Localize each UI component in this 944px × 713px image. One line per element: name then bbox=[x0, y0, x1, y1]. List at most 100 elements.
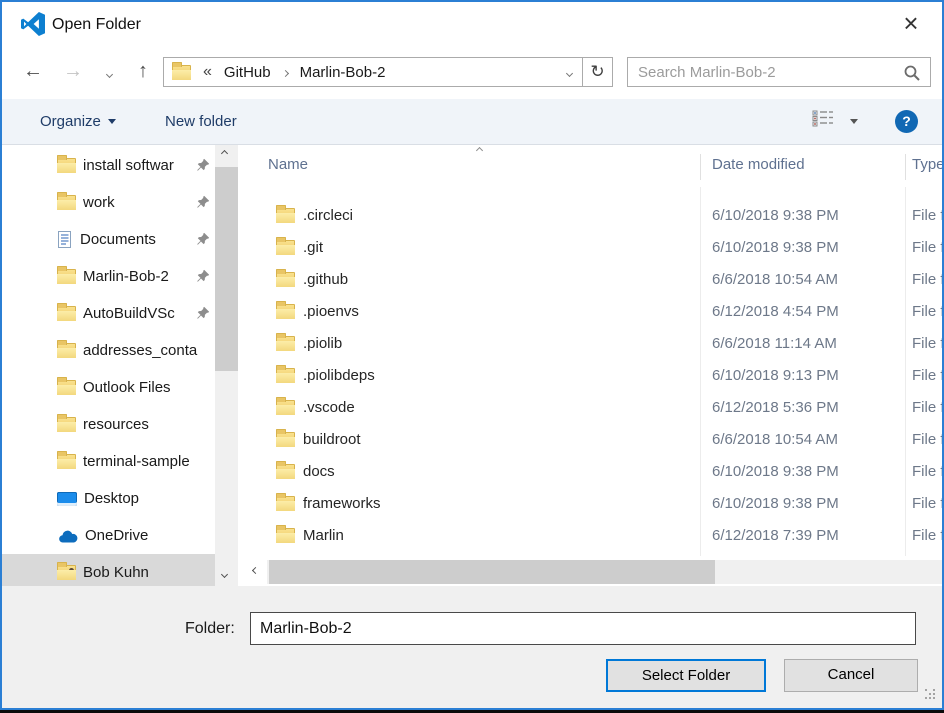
folder-icon bbox=[276, 304, 295, 319]
search-icon[interactable] bbox=[903, 64, 921, 82]
folder-icon bbox=[57, 380, 76, 395]
folder-icon bbox=[276, 400, 295, 415]
close-icon[interactable]: × bbox=[894, 6, 928, 40]
details-view-icon[interactable] bbox=[812, 110, 834, 127]
folder-icon bbox=[57, 417, 76, 432]
address-bar[interactable]: « GitHub Marlin-Bob-2 bbox=[163, 57, 583, 87]
sidebar-item-work[interactable]: work bbox=[2, 184, 215, 221]
scroll-down-icon[interactable] bbox=[221, 571, 228, 578]
title-bar: Open Folder × bbox=[2, 2, 942, 52]
select-folder-button[interactable]: Select Folder bbox=[606, 659, 766, 692]
address-dropdown-icon[interactable] bbox=[556, 63, 582, 81]
column-header-name[interactable]: Name bbox=[268, 156, 308, 173]
desktop-icon bbox=[57, 492, 77, 506]
breadcrumb-current-folder[interactable]: Marlin-Bob-2 bbox=[300, 64, 386, 81]
folder-icon bbox=[276, 464, 295, 479]
folder-icon bbox=[276, 208, 295, 223]
file-row-docs[interactable]: docs 6/10/2018 9:38 PM File folder bbox=[249, 456, 942, 488]
column-header-date-modified[interactable]: Date modified bbox=[712, 156, 805, 173]
refresh-icon[interactable]: ↻ bbox=[582, 57, 613, 87]
folder-icon bbox=[57, 158, 76, 173]
sidebar-item-outlook-files[interactable]: Outlook Files bbox=[2, 369, 215, 406]
user-folder-icon bbox=[57, 565, 76, 580]
folder-icon bbox=[57, 306, 76, 321]
dialog-body: install softwar work Documents bbox=[2, 145, 942, 586]
breadcrumb-github[interactable]: GitHub bbox=[224, 64, 271, 81]
help-button[interactable]: ? bbox=[895, 110, 918, 133]
new-folder-button[interactable]: New folder bbox=[165, 99, 237, 144]
folder-icon bbox=[276, 240, 295, 255]
file-row-github[interactable]: .github 6/6/2018 10:54 AM File folder bbox=[249, 264, 942, 296]
horizontal-scrollbar[interactable] bbox=[249, 560, 942, 584]
column-headers: Name Date modified Type bbox=[249, 145, 942, 187]
breadcrumb-collapse[interactable]: « bbox=[203, 63, 212, 81]
folder-icon bbox=[276, 336, 295, 351]
sidebar-item-resources[interactable]: resources bbox=[2, 406, 215, 443]
file-row-git[interactable]: .git 6/10/2018 9:38 PM File folder bbox=[249, 232, 942, 264]
organize-button[interactable]: Organize bbox=[40, 99, 116, 144]
folder-icon bbox=[276, 368, 295, 383]
resize-grip-icon[interactable] bbox=[925, 689, 937, 701]
folder-icon bbox=[276, 432, 295, 447]
sidebar-item-autobuildvsc[interactable]: AutoBuildVSc bbox=[2, 295, 215, 332]
folder-icon bbox=[57, 269, 76, 284]
sidebar-item-terminal-sample[interactable]: terminal-sample bbox=[2, 443, 215, 480]
back-icon[interactable]: ← bbox=[18, 52, 48, 92]
sidebar-item-marlin-bob-2[interactable]: Marlin-Bob-2 bbox=[2, 258, 215, 295]
scroll-up-icon[interactable] bbox=[221, 150, 228, 157]
search-box bbox=[627, 57, 931, 87]
sidebar-item-install-software[interactable]: install softwar bbox=[2, 147, 215, 184]
file-row-buildroot[interactable]: buildroot 6/6/2018 10:54 AM File folder bbox=[249, 424, 942, 456]
cancel-button[interactable]: Cancel bbox=[784, 659, 918, 692]
command-toolbar: Organize New folder ? bbox=[2, 99, 942, 145]
file-row-vscode[interactable]: .vscode 6/12/2018 5:36 PM File folder bbox=[249, 392, 942, 424]
sidebar-scrollbar[interactable] bbox=[215, 145, 238, 586]
sidebar-item-desktop[interactable]: Desktop bbox=[2, 480, 215, 517]
sidebar-item-documents[interactable]: Documents bbox=[2, 221, 215, 258]
history-dropdown-icon[interactable] bbox=[99, 52, 119, 92]
window-title: Open Folder bbox=[52, 16, 141, 34]
file-row-frameworks[interactable]: frameworks 6/10/2018 9:38 PM File folder bbox=[249, 488, 942, 520]
documents-icon bbox=[57, 230, 73, 249]
sidebar-item-onedrive[interactable]: OneDrive bbox=[2, 517, 215, 554]
folder-name-input[interactable] bbox=[250, 612, 916, 645]
file-row-circleci[interactable]: .circleci 6/10/2018 9:38 PM File folder bbox=[249, 200, 942, 232]
file-row-piolib[interactable]: .piolib 6/6/2018 11:14 AM File folder bbox=[249, 328, 942, 360]
search-input[interactable] bbox=[628, 58, 930, 86]
folder-icon bbox=[57, 195, 76, 210]
file-row-pioenvs[interactable]: .pioenvs 6/12/2018 4:54 PM File folder bbox=[249, 296, 942, 328]
pin-icon bbox=[196, 269, 210, 283]
folder-icon bbox=[276, 496, 295, 511]
pin-icon bbox=[196, 158, 210, 172]
horizontal-scrollbar-thumb[interactable] bbox=[269, 560, 715, 584]
up-icon[interactable]: ↑ bbox=[129, 52, 157, 92]
scroll-left-icon[interactable] bbox=[252, 567, 259, 574]
pin-icon bbox=[196, 306, 210, 320]
sort-ascending-icon bbox=[476, 147, 483, 154]
view-dropdown-icon[interactable] bbox=[850, 119, 858, 124]
navigation-bar: ← → ↑ « GitHub Marlin-Bob-2 ↻ bbox=[2, 52, 942, 92]
chevron-down-icon bbox=[108, 119, 116, 124]
sidebar-scrollbar-thumb[interactable] bbox=[215, 167, 238, 371]
sidebar-item-addresses-contacts[interactable]: addresses_conta bbox=[2, 332, 215, 369]
dialog-footer: Folder: Select Folder Cancel bbox=[2, 586, 942, 708]
pin-icon bbox=[196, 195, 210, 209]
folder-icon bbox=[57, 454, 76, 469]
file-rows: .circleci 6/10/2018 9:38 PM File folder … bbox=[249, 200, 942, 552]
sidebar-item-bob-kuhn[interactable]: Bob Kuhn bbox=[2, 554, 215, 586]
folder-icon bbox=[57, 343, 76, 358]
folder-icon bbox=[276, 272, 295, 287]
file-row-piolibdeps[interactable]: .piolibdeps 6/10/2018 9:13 PM File folde… bbox=[249, 360, 942, 392]
folder-label: Folder: bbox=[185, 620, 235, 638]
column-header-type[interactable]: Type bbox=[912, 156, 942, 173]
address-folder-icon bbox=[172, 65, 191, 80]
chevron-right-icon[interactable] bbox=[283, 63, 288, 81]
vscode-icon bbox=[21, 12, 45, 36]
forward-icon: → bbox=[58, 52, 88, 92]
file-row-marlin[interactable]: Marlin 6/12/2018 7:39 PM File folder bbox=[249, 520, 942, 552]
folder-icon bbox=[276, 528, 295, 543]
pin-icon bbox=[196, 232, 210, 246]
onedrive-cloud-icon bbox=[57, 529, 78, 543]
file-list: Name Date modified Type .circleci 6/10/2… bbox=[249, 145, 942, 586]
open-folder-dialog: Open Folder × ← → ↑ « GitHub Marlin-Bob-… bbox=[0, 0, 944, 710]
